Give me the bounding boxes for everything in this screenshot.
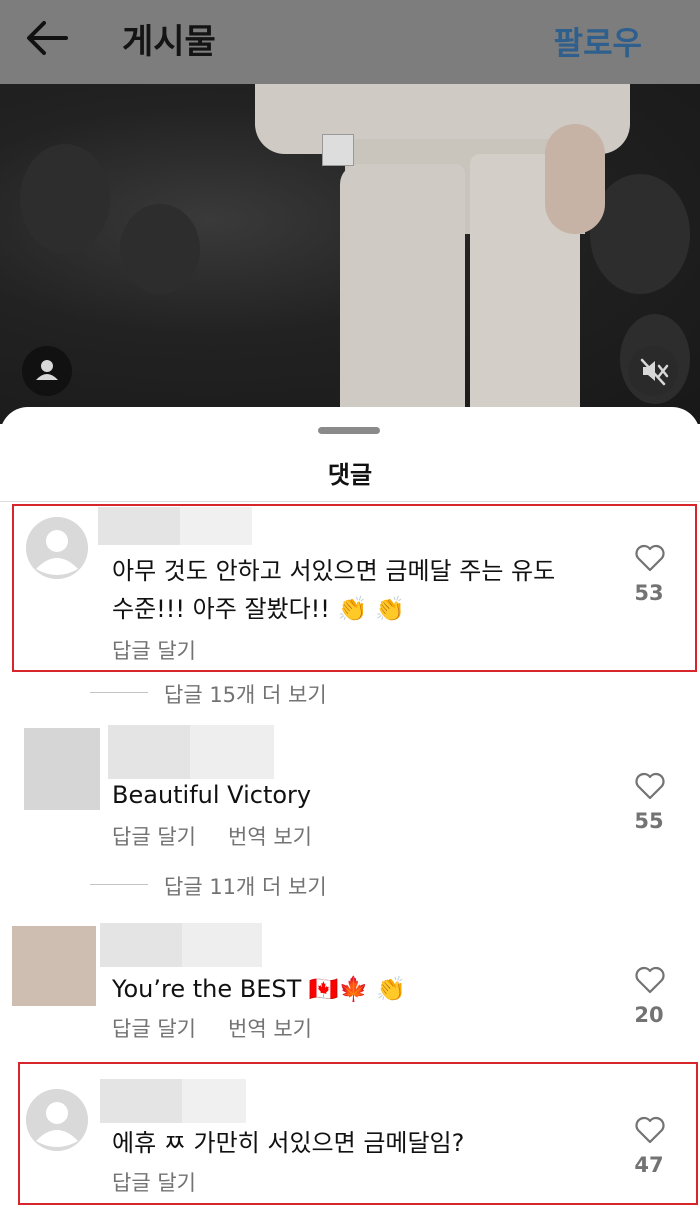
post-media[interactable] bbox=[0, 84, 700, 424]
replies-line bbox=[90, 692, 148, 693]
judo-gi-left-leg bbox=[340, 164, 465, 424]
username-blurred[interactable] bbox=[182, 923, 262, 967]
heart-icon[interactable] bbox=[634, 965, 666, 995]
speaker-muted-icon bbox=[640, 358, 669, 386]
like-count: 55 bbox=[634, 809, 664, 833]
reply-button[interactable]: 답글 달기 bbox=[112, 821, 196, 851]
top-bar: 게시물 팔로우 bbox=[0, 0, 700, 84]
like-count: 20 bbox=[634, 1003, 664, 1027]
mute-button[interactable] bbox=[628, 346, 678, 396]
hand-shape bbox=[545, 124, 605, 234]
username-blurred[interactable] bbox=[100, 923, 182, 967]
avatar[interactable] bbox=[24, 728, 100, 810]
view-replies-button[interactable]: 답글 15개 더 보기 bbox=[164, 679, 327, 709]
page-title: 게시물 bbox=[122, 22, 216, 62]
tagged-people-button[interactable] bbox=[22, 346, 72, 396]
crowd-shape bbox=[120, 204, 200, 294]
comment-item: You’re the BEST 🇨🇦🍁 👏 답글 달기 번역 보기 20 bbox=[0, 921, 700, 1071]
person-icon bbox=[36, 360, 58, 380]
arrow-left-icon[interactable] bbox=[24, 18, 70, 58]
divider bbox=[0, 501, 700, 502]
heart-icon[interactable] bbox=[634, 771, 666, 801]
view-replies-button[interactable]: 답글 11개 더 보기 bbox=[164, 871, 327, 901]
crowd-shape bbox=[20, 144, 110, 254]
highlight-box bbox=[18, 1062, 698, 1205]
sheet-title: 댓글 bbox=[327, 461, 373, 489]
comment-text: Beautiful Victory bbox=[112, 781, 312, 809]
replies-line bbox=[90, 884, 148, 885]
highlight-box bbox=[12, 504, 697, 672]
comment-item: Beautiful Victory 답글 달기 번역 보기 55 bbox=[0, 723, 700, 873]
comments-sheet: 댓글 아무 것도 안하고 서있으면 금메달 주는 유도 수준!!! 아주 잘봤다… bbox=[0, 407, 700, 1220]
avatar[interactable] bbox=[12, 926, 96, 1006]
drag-handle[interactable] bbox=[318, 427, 380, 434]
gi-patch bbox=[322, 134, 354, 166]
username-blurred[interactable] bbox=[108, 725, 190, 779]
reply-button[interactable]: 답글 달기 bbox=[112, 1013, 196, 1043]
crowd-shape bbox=[590, 174, 690, 294]
username-blurred[interactable] bbox=[190, 725, 274, 779]
comment-text: You’re the BEST 🇨🇦🍁 👏 bbox=[112, 975, 407, 1003]
translate-button[interactable]: 번역 보기 bbox=[228, 821, 312, 851]
follow-button[interactable]: 팔로우 bbox=[554, 18, 642, 64]
translate-button[interactable]: 번역 보기 bbox=[228, 1013, 312, 1043]
